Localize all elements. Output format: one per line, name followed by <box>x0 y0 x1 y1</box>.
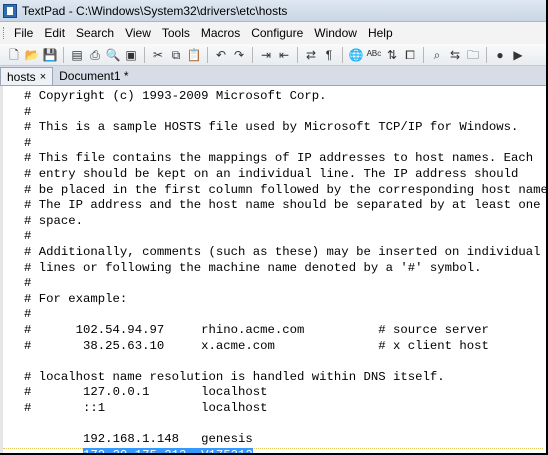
window-title: TextPad - C:\Windows\System32\drivers\et… <box>22 4 288 18</box>
join-lines-icon[interactable]: ⇄ <box>303 47 319 63</box>
code-line: # be placed in the first column followed… <box>24 182 546 197</box>
menu-view[interactable]: View <box>125 26 151 40</box>
code-line: # <box>24 276 32 291</box>
code-line: # <box>24 135 32 150</box>
toolbar-separator <box>144 46 145 63</box>
code-line: # The IP address and the host name shoul… <box>24 198 541 213</box>
standard-toolbar: 🗋 📂 💾 ▤ ⎙ 🔍 ▣ ✂ ⧉ 📋 ↶ ↷ ⇥ ⇤ ⇄ ¶ 🌐 ᴬᴮᶜ ⇅ ⧠ ⌕ ⇆ 🗀 ● ▶ <box>0 44 546 66</box>
copy-icon[interactable]: ⧉ <box>168 47 184 63</box>
save-all-icon[interactable]: ▤ <box>69 47 85 63</box>
title-bar[interactable]: TextPad - C:\Windows\System32\drivers\et… <box>0 0 546 22</box>
record-macro-icon[interactable]: ● <box>492 47 508 63</box>
code-line: # <box>24 307 32 322</box>
tab-hosts[interactable]: hosts × <box>0 67 54 85</box>
menu-tools[interactable]: Tools <box>162 26 190 40</box>
browser-icon[interactable]: 🌐 <box>348 47 364 63</box>
code-line: # 38.25.63.10 x.acme.com # x client host <box>24 338 489 353</box>
compare-icon[interactable]: ⧠ <box>402 47 418 63</box>
undo-icon[interactable]: ↶ <box>213 47 229 63</box>
open-file-icon[interactable]: 📂 <box>24 47 40 63</box>
outdent-icon[interactable]: ⇤ <box>276 47 292 63</box>
menu-macros[interactable]: Macros <box>201 26 240 40</box>
current-line: 172.29.175.212 V175212 <box>3 447 543 453</box>
code-line: # lines or following the machine name de… <box>24 260 482 275</box>
editor-pane[interactable]: # Copyright (c) 1993-2009 Microsoft Corp… <box>0 86 546 453</box>
code-line: # This is a sample HOSTS file used by Mi… <box>24 120 519 135</box>
code-line: # ::1 localhost <box>24 400 268 415</box>
document-tab-bar: hosts × Document1 * <box>0 66 546 86</box>
textpad-window: TextPad - C:\Windows\System32\drivers\et… <box>0 0 546 453</box>
code-line: 192.168.1.148 genesis <box>24 432 253 447</box>
toolbar-separator <box>207 46 208 63</box>
menu-bar: File Edit Search View Tools Macros Configure Wi… <box>0 22 546 44</box>
menu-configure[interactable]: Configure <box>251 26 303 40</box>
code-line: # 102.54.94.97 rhino.acme.com # source s… <box>24 322 489 337</box>
code-line: # localhost name resolution is handled w… <box>24 369 445 384</box>
code-line: # For example: <box>24 291 128 306</box>
new-file-icon[interactable]: 🗋 <box>6 47 22 63</box>
close-tab-icon[interactable]: × <box>40 71 46 83</box>
toolbar-separator <box>252 46 253 63</box>
code-line: # space. <box>24 213 84 228</box>
print-icon[interactable]: ⎙ <box>87 47 103 63</box>
code-line: # Additionally, comments (such as these)… <box>24 244 541 259</box>
redo-icon[interactable]: ↷ <box>231 47 247 63</box>
toolbar-separator <box>63 46 64 63</box>
spelling-icon[interactable]: ᴬᴮᶜ <box>366 47 382 63</box>
play-macro-icon[interactable]: ▶ <box>510 47 526 63</box>
toolbar-separator <box>423 46 424 63</box>
toolbar-separator <box>486 46 487 63</box>
menu-edit[interactable]: Edit <box>44 26 65 40</box>
code-line: # This file contains the mappings of IP … <box>24 151 534 166</box>
word-wrap-icon[interactable]: ▣ <box>123 47 139 63</box>
menu-search[interactable]: Search <box>76 26 114 40</box>
paste-icon[interactable]: 📋 <box>186 47 202 63</box>
save-icon[interactable]: 💾 <box>42 47 58 63</box>
selected-text[interactable]: 172.29.175.212 V175212 <box>83 447 253 453</box>
find-in-files-icon[interactable]: 🗀 <box>465 47 481 63</box>
code-text[interactable]: # Copyright (c) 1993-2009 Microsoft Corp… <box>3 89 546 453</box>
tab-document1[interactable]: Document1 * <box>53 67 134 85</box>
indent-icon[interactable]: ⇥ <box>258 47 274 63</box>
menu-help[interactable]: Help <box>368 26 393 40</box>
menu-grip-icon[interactable] <box>3 27 7 39</box>
tab-label: hosts <box>7 69 36 84</box>
print-preview-icon[interactable]: 🔍 <box>105 47 121 63</box>
find-icon[interactable]: ⌕ <box>429 47 445 63</box>
cut-icon[interactable]: ✂ <box>150 47 166 63</box>
code-line: # <box>24 229 32 244</box>
visible-spaces-icon[interactable]: ¶ <box>321 47 337 63</box>
menu-window[interactable]: Window <box>314 26 357 40</box>
code-line: # Copyright (c) 1993-2009 Microsoft Corp… <box>24 89 327 103</box>
tab-label: Document1 * <box>59 69 129 83</box>
toolbar-separator <box>342 46 343 63</box>
sort-icon[interactable]: ⇅ <box>384 47 400 63</box>
code-line: # <box>24 104 32 119</box>
code-line: # 127.0.0.1 localhost <box>24 385 268 400</box>
toolbar-separator <box>297 46 298 63</box>
code-line: # entry should be kept on an individual … <box>24 166 519 181</box>
menu-file[interactable]: File <box>14 26 33 40</box>
replace-icon[interactable]: ⇆ <box>447 47 463 63</box>
textpad-app-icon <box>3 4 17 18</box>
